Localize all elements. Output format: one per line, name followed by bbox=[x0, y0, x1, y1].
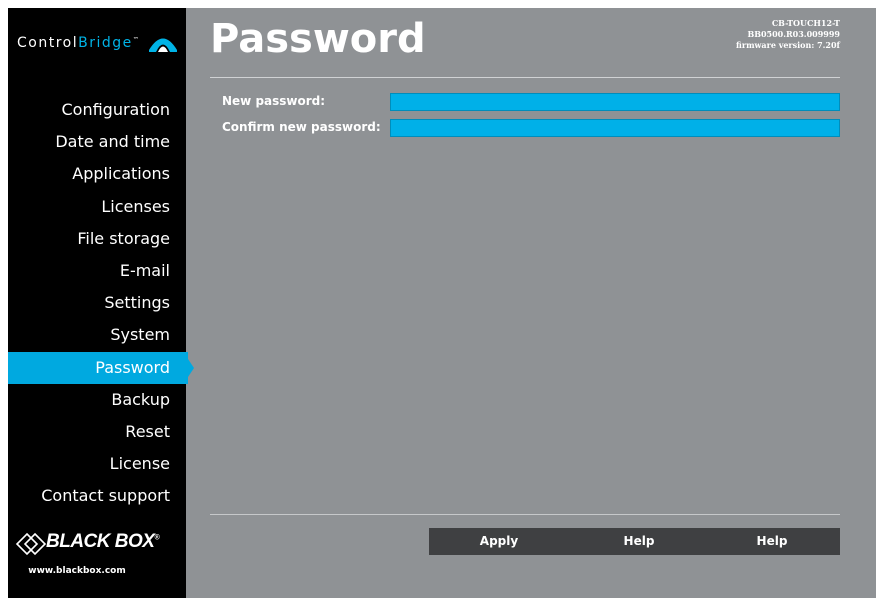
sidebar-item-applications[interactable]: Applications bbox=[8, 158, 188, 190]
confirm-password-input[interactable] bbox=[390, 119, 840, 137]
help-button-secondary[interactable]: Help bbox=[722, 528, 822, 555]
firmware-version: firmware version: 7.20f bbox=[736, 40, 840, 50]
help-button[interactable]: Help bbox=[589, 528, 689, 555]
sidebar-item-password[interactable]: Password bbox=[8, 351, 194, 384]
sidebar-item-settings[interactable]: Settings bbox=[8, 287, 188, 319]
sidebar-item-contact-support[interactable]: Contact support bbox=[8, 480, 188, 512]
sidebar-item-reset[interactable]: Reset bbox=[8, 416, 188, 448]
page-title: Password bbox=[210, 16, 426, 62]
new-password-label: New password: bbox=[222, 94, 326, 108]
blackbox-brand-text: BLACK BOX bbox=[46, 531, 155, 552]
device-serial: BB0500.R03.009999 bbox=[747, 29, 840, 39]
blackbox-logo: BLACK BOX® bbox=[8, 526, 186, 562]
button-bar: Apply Help Help bbox=[429, 528, 840, 555]
apply-button[interactable]: Apply bbox=[449, 528, 549, 555]
logo-text-bridge: Bridge bbox=[78, 35, 133, 51]
logo-trademark: ™ bbox=[132, 36, 141, 44]
blackbox-registered-mark: ® bbox=[154, 534, 160, 542]
blackbox-brand-name: BLACK BOX® bbox=[46, 531, 160, 553]
device-model: CB-TOUCH12-T bbox=[771, 18, 840, 28]
sidebar-item-date-and-time[interactable]: Date and time bbox=[8, 126, 188, 158]
sidebar-item-file-storage[interactable]: File storage bbox=[8, 223, 188, 255]
header-divider bbox=[210, 77, 840, 78]
sidebar-item-system[interactable]: System bbox=[8, 319, 188, 351]
bridge-arch-icon bbox=[149, 38, 177, 52]
confirm-password-label: Confirm new password: bbox=[222, 120, 381, 134]
footer-divider bbox=[210, 514, 840, 515]
new-password-input[interactable] bbox=[390, 93, 840, 111]
device-info: CB-TOUCH12-T BB0500.R03.009999 firmware … bbox=[736, 18, 840, 51]
sidebar-item-licenses[interactable]: Licenses bbox=[8, 191, 188, 223]
sidebar-item-configuration[interactable]: Configuration bbox=[8, 94, 188, 126]
controlbridge-logo: ControlBridge™ bbox=[8, 8, 186, 78]
sidebar-item-e-mail[interactable]: E-mail bbox=[8, 255, 188, 287]
logo-text-control: Control bbox=[17, 35, 79, 51]
sidebar-nav: Configuration Date and time Applications Li… bbox=[8, 94, 194, 512]
sidebar-item-license[interactable]: License bbox=[8, 448, 188, 480]
blackbox-url: www.blackbox.com bbox=[28, 566, 126, 576]
sidebar-item-backup[interactable]: Backup bbox=[8, 384, 188, 416]
